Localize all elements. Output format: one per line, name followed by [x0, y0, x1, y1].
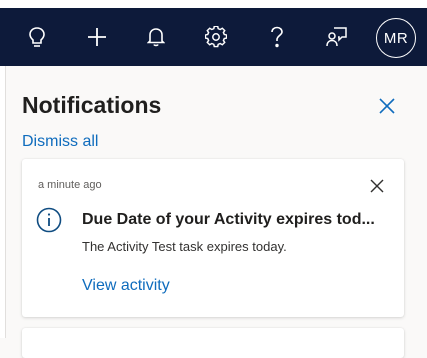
notification-card: a minute ago Due Date of your Activity e… — [22, 159, 404, 317]
top-navigation-bar: MR — [0, 8, 427, 66]
plus-icon[interactable] — [83, 23, 111, 51]
notifications-panel: Notifications Dismiss all a minute ago D… — [6, 66, 427, 358]
lightbulb-icon[interactable] — [23, 23, 51, 51]
dismiss-notification-button[interactable] — [367, 176, 387, 196]
avatar-initials: MR — [383, 29, 409, 47]
feedback-icon[interactable] — [323, 23, 351, 51]
notification-title: Due Date of your Activity expires tod... — [82, 211, 375, 228]
info-icon — [36, 207, 62, 233]
help-icon[interactable] — [263, 23, 291, 51]
close-panel-button[interactable] — [376, 95, 398, 117]
user-avatar[interactable]: MR — [376, 18, 416, 58]
panel-title: Notifications — [22, 92, 162, 118]
close-icon — [379, 98, 395, 114]
top-strip — [0, 0, 427, 8]
gear-icon[interactable] — [202, 23, 230, 51]
notification-timestamp: a minute ago — [38, 179, 102, 191]
view-activity-link[interactable]: View activity — [82, 277, 170, 295]
close-icon — [370, 179, 384, 193]
dismiss-all-link[interactable]: Dismiss all — [22, 133, 98, 151]
next-notification-card — [22, 328, 404, 358]
notification-body: The Activity Test task expires today. — [82, 239, 287, 254]
bell-icon[interactable] — [142, 23, 170, 51]
